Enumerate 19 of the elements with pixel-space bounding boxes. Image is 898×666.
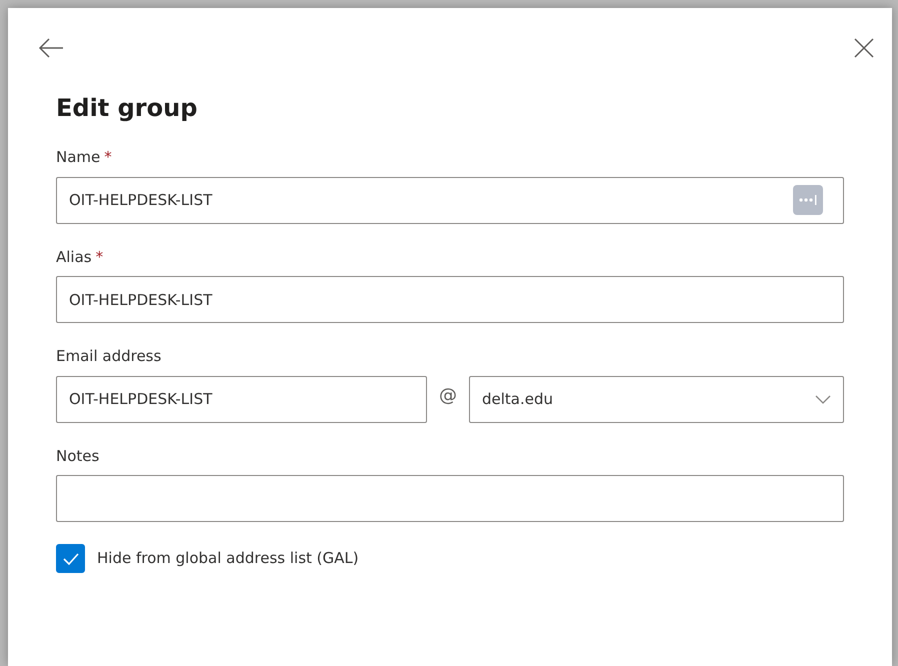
panel-title: Edit group [56, 93, 198, 124]
required-mark: * [96, 246, 104, 268]
domain-dropdown[interactable]: delta.edu [469, 376, 844, 422]
notes-field[interactable] [56, 475, 844, 522]
checkmark-icon [62, 552, 78, 564]
at-sign: @ [438, 384, 458, 408]
field-label: Name [56, 147, 100, 168]
checkbox[interactable] [56, 544, 85, 573]
back-arrow-icon [38, 38, 64, 58]
field-label: Notes [56, 446, 100, 466]
email-field[interactable]: OIT-HELPDESK-LIST [56, 376, 427, 422]
alias-field[interactable]: OIT-HELPDESK-LIST [56, 276, 844, 323]
checkbox-label: Hide from global address list (GAL) [97, 548, 359, 570]
close-icon [854, 38, 874, 58]
chevron-down-icon [815, 394, 831, 404]
field-label: Email address [56, 346, 162, 367]
required-mark: * [104, 147, 112, 168]
name-field[interactable]: OIT-HELPDESK-LIST [56, 176, 844, 224]
field-label: Alias [56, 246, 92, 268]
